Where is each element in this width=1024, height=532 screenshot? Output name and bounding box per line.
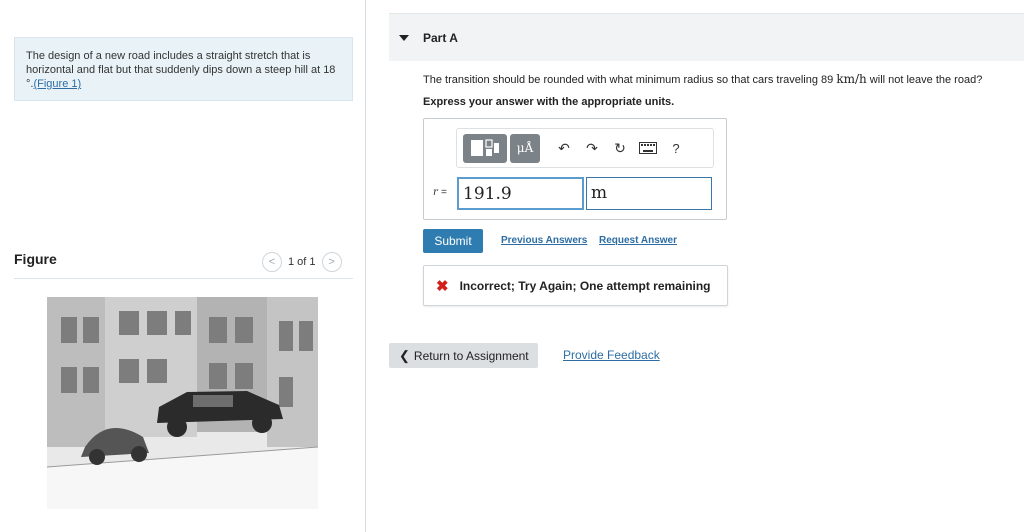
question-before: The transition should be rounded with wh… <box>423 74 837 86</box>
submit-button[interactable]: Submit <box>423 229 483 253</box>
value-input[interactable]: 191.9 <box>457 177 584 210</box>
redo-icon[interactable]: ↷ <box>578 134 606 163</box>
x-icon: ✖ <box>436 277 449 295</box>
collapse-caret-icon[interactable] <box>399 34 409 41</box>
answer-box: μÅ ↶ ↷ ↻ ? r = 191.9 m <box>423 118 727 220</box>
math-toolbar: μÅ ↶ ↷ ↻ ? <box>456 128 714 168</box>
chevron-right-icon[interactable]: > <box>321 252 342 272</box>
figure-link[interactable]: (Figure 1) <box>33 78 81 90</box>
request-answer-link[interactable]: Request Answer <box>599 235 677 246</box>
keyboard-icon[interactable] <box>634 134 662 163</box>
question-unit: km/h <box>836 72 867 86</box>
templates-button[interactable] <box>463 133 507 163</box>
right-pane: Part A The transition should be rounded … <box>389 0 1024 532</box>
figure-photo <box>47 297 318 509</box>
figure-title: Figure <box>14 251 57 267</box>
question-text: The transition should be rounded with wh… <box>423 72 982 86</box>
question-after: will not leave the road? <box>866 74 983 86</box>
pager-text: 1 of 1 <box>288 256 316 268</box>
chevron-left-icon: ❮ <box>399 347 410 363</box>
help-button[interactable]: ? <box>662 134 690 163</box>
instruction-text: Express your answer with the appropriate… <box>423 96 675 108</box>
reset-icon[interactable]: ↻ <box>606 134 634 163</box>
problem-statement: The design of a new road includes a stra… <box>14 37 353 101</box>
chevron-left-icon[interactable]: < <box>262 252 282 272</box>
templates-icon <box>471 139 499 156</box>
part-title: Part A <box>423 30 458 45</box>
unit-input[interactable]: m <box>586 177 712 210</box>
equals-sign: = <box>440 187 447 198</box>
figure-pager: < 1 of 1 > <box>262 252 342 272</box>
figure-divider <box>14 278 353 279</box>
variable-label: r = <box>433 187 447 198</box>
feedback-text: Incorrect; Try Again; One attempt remain… <box>459 278 711 293</box>
figure-photo-svg <box>47 297 318 509</box>
undo-icon[interactable]: ↶ <box>550 134 578 163</box>
previous-answers-link[interactable]: Previous Answers <box>501 235 587 246</box>
provide-feedback-link[interactable]: Provide Feedback <box>563 348 660 362</box>
feedback-message: ✖ Incorrect; Try Again; One attempt rema… <box>423 265 728 306</box>
keyboard-glyph <box>639 142 657 154</box>
variable-name: r <box>433 187 438 198</box>
units-button[interactable]: μÅ <box>510 133 540 163</box>
left-pane: The design of a new road includes a stra… <box>0 0 366 532</box>
part-header[interactable]: Part A <box>389 13 1024 61</box>
return-to-assignment-button[interactable]: ❮ Return to Assignment <box>389 343 538 368</box>
return-label: Return to Assignment <box>413 348 529 363</box>
